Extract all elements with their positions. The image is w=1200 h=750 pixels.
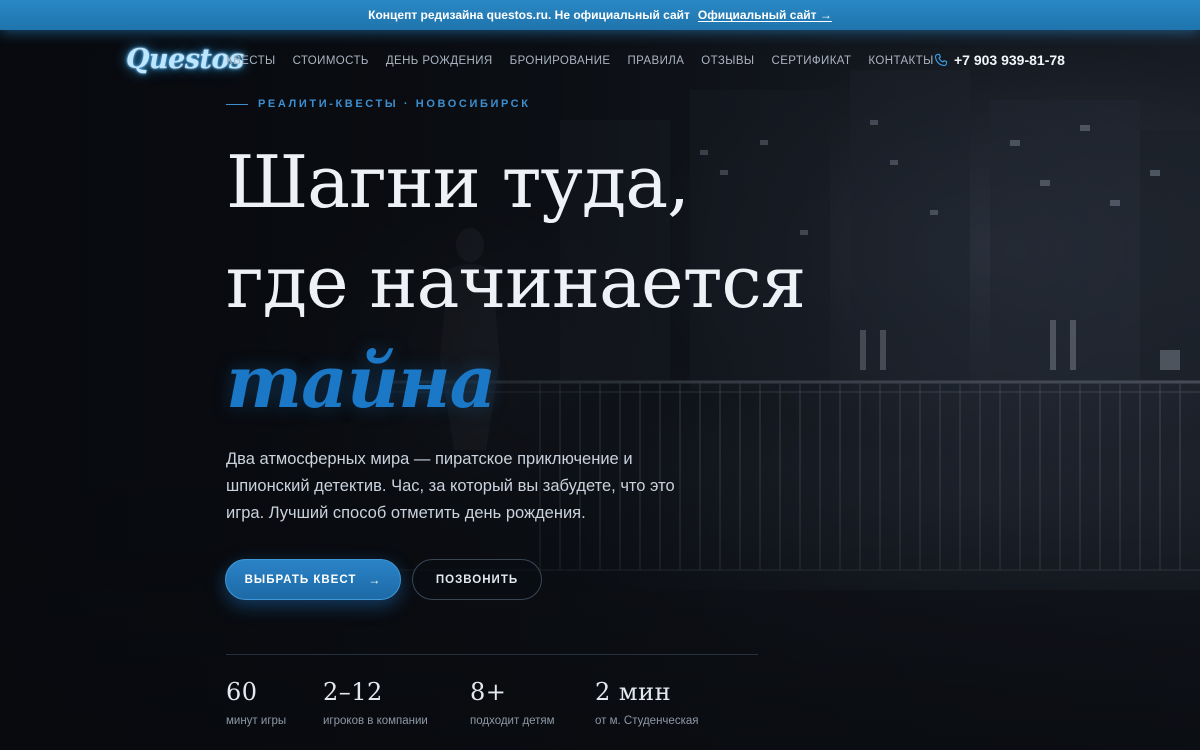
headline-line-2: где начинается — [226, 240, 806, 324]
stat-label: от м. Студенческая — [595, 715, 699, 727]
stat-label: подходит детям — [470, 715, 555, 727]
stat-distance: 2 мин от м. Студенческая — [595, 678, 698, 727]
nav-item-rules[interactable]: ПРАВИЛА — [627, 55, 684, 67]
banner-text: Концепт редизайна questos.ru. Не официал… — [368, 8, 690, 22]
stats-divider — [226, 654, 758, 655]
main-navigation: Questos КВЕСТЫ СТОИМОСТЬ ДЕНЬ РОЖДЕНИЯ Б… — [0, 30, 1200, 92]
headline-line-1: Шагни туда, — [226, 140, 690, 224]
phone-number: +7 903 939-81-78 — [954, 52, 1065, 68]
nav-item-booking[interactable]: БРОНИРОВАНИЕ — [510, 55, 611, 67]
stat-label: минут игры — [226, 715, 287, 727]
choose-quest-button[interactable]: ВЫБРАТЬ КВЕСТ → — [225, 559, 401, 600]
eyebrow-dash — [226, 103, 248, 105]
headline-accent: тайна — [226, 339, 496, 424]
nav-item-birthday[interactable]: ДЕНЬ РОЖДЕНИЯ — [386, 55, 493, 67]
concept-banner: Концепт редизайна questos.ru. Не официал… — [0, 0, 1200, 30]
nav-menu: КВЕСТЫ СТОИМОСТЬ ДЕНЬ РОЖДЕНИЯ БРОНИРОВА… — [226, 55, 951, 67]
stat-age: 8+ подходит детям — [470, 678, 555, 727]
nav-item-reviews[interactable]: ОТЗЫВЫ — [701, 55, 754, 67]
nav-item-pricing[interactable]: СТОИМОСТЬ — [293, 55, 369, 67]
hero-eyebrow: РЕАЛИТИ-КВЕСТЫ · НОВОСИБИРСК — [226, 98, 531, 110]
arrow-right-icon: → — [368, 572, 382, 587]
call-button-label: ПОЗВОНИТЬ — [435, 573, 519, 586]
stat-value: 60 — [226, 678, 258, 706]
phone-link[interactable]: +7 903 939-81-78 — [934, 52, 1065, 68]
official-site-link[interactable]: Официальный сайт → — [698, 8, 832, 22]
nav-item-contacts[interactable]: КОНТАКТЫ — [868, 55, 933, 67]
stat-value: 8+ — [470, 678, 507, 706]
phone-icon — [934, 53, 948, 67]
stat-players: 2–12 игроков в компании — [323, 678, 428, 727]
call-button[interactable]: ПОЗВОНИТЬ — [412, 559, 542, 600]
stat-value: 2 мин — [595, 678, 672, 706]
stat-duration: 60 минут игры — [226, 678, 286, 727]
hero-description: Два атмосферных мира — пиратское приключ… — [226, 450, 675, 522]
choose-quest-label: ВЫБРАТЬ КВЕСТ — [244, 573, 357, 586]
stat-value: 2–12 — [323, 678, 383, 706]
stat-label: игроков в компании — [323, 715, 428, 727]
eyebrow-text: РЕАЛИТИ-КВЕСТЫ · НОВОСИБИРСК — [258, 98, 531, 110]
hero-headline: Шагни туда, где начинается тайна — [226, 132, 806, 432]
nav-item-certificate[interactable]: СЕРТИФИКАТ — [771, 55, 851, 67]
nav-item-quests[interactable]: КВЕСТЫ — [226, 55, 276, 67]
